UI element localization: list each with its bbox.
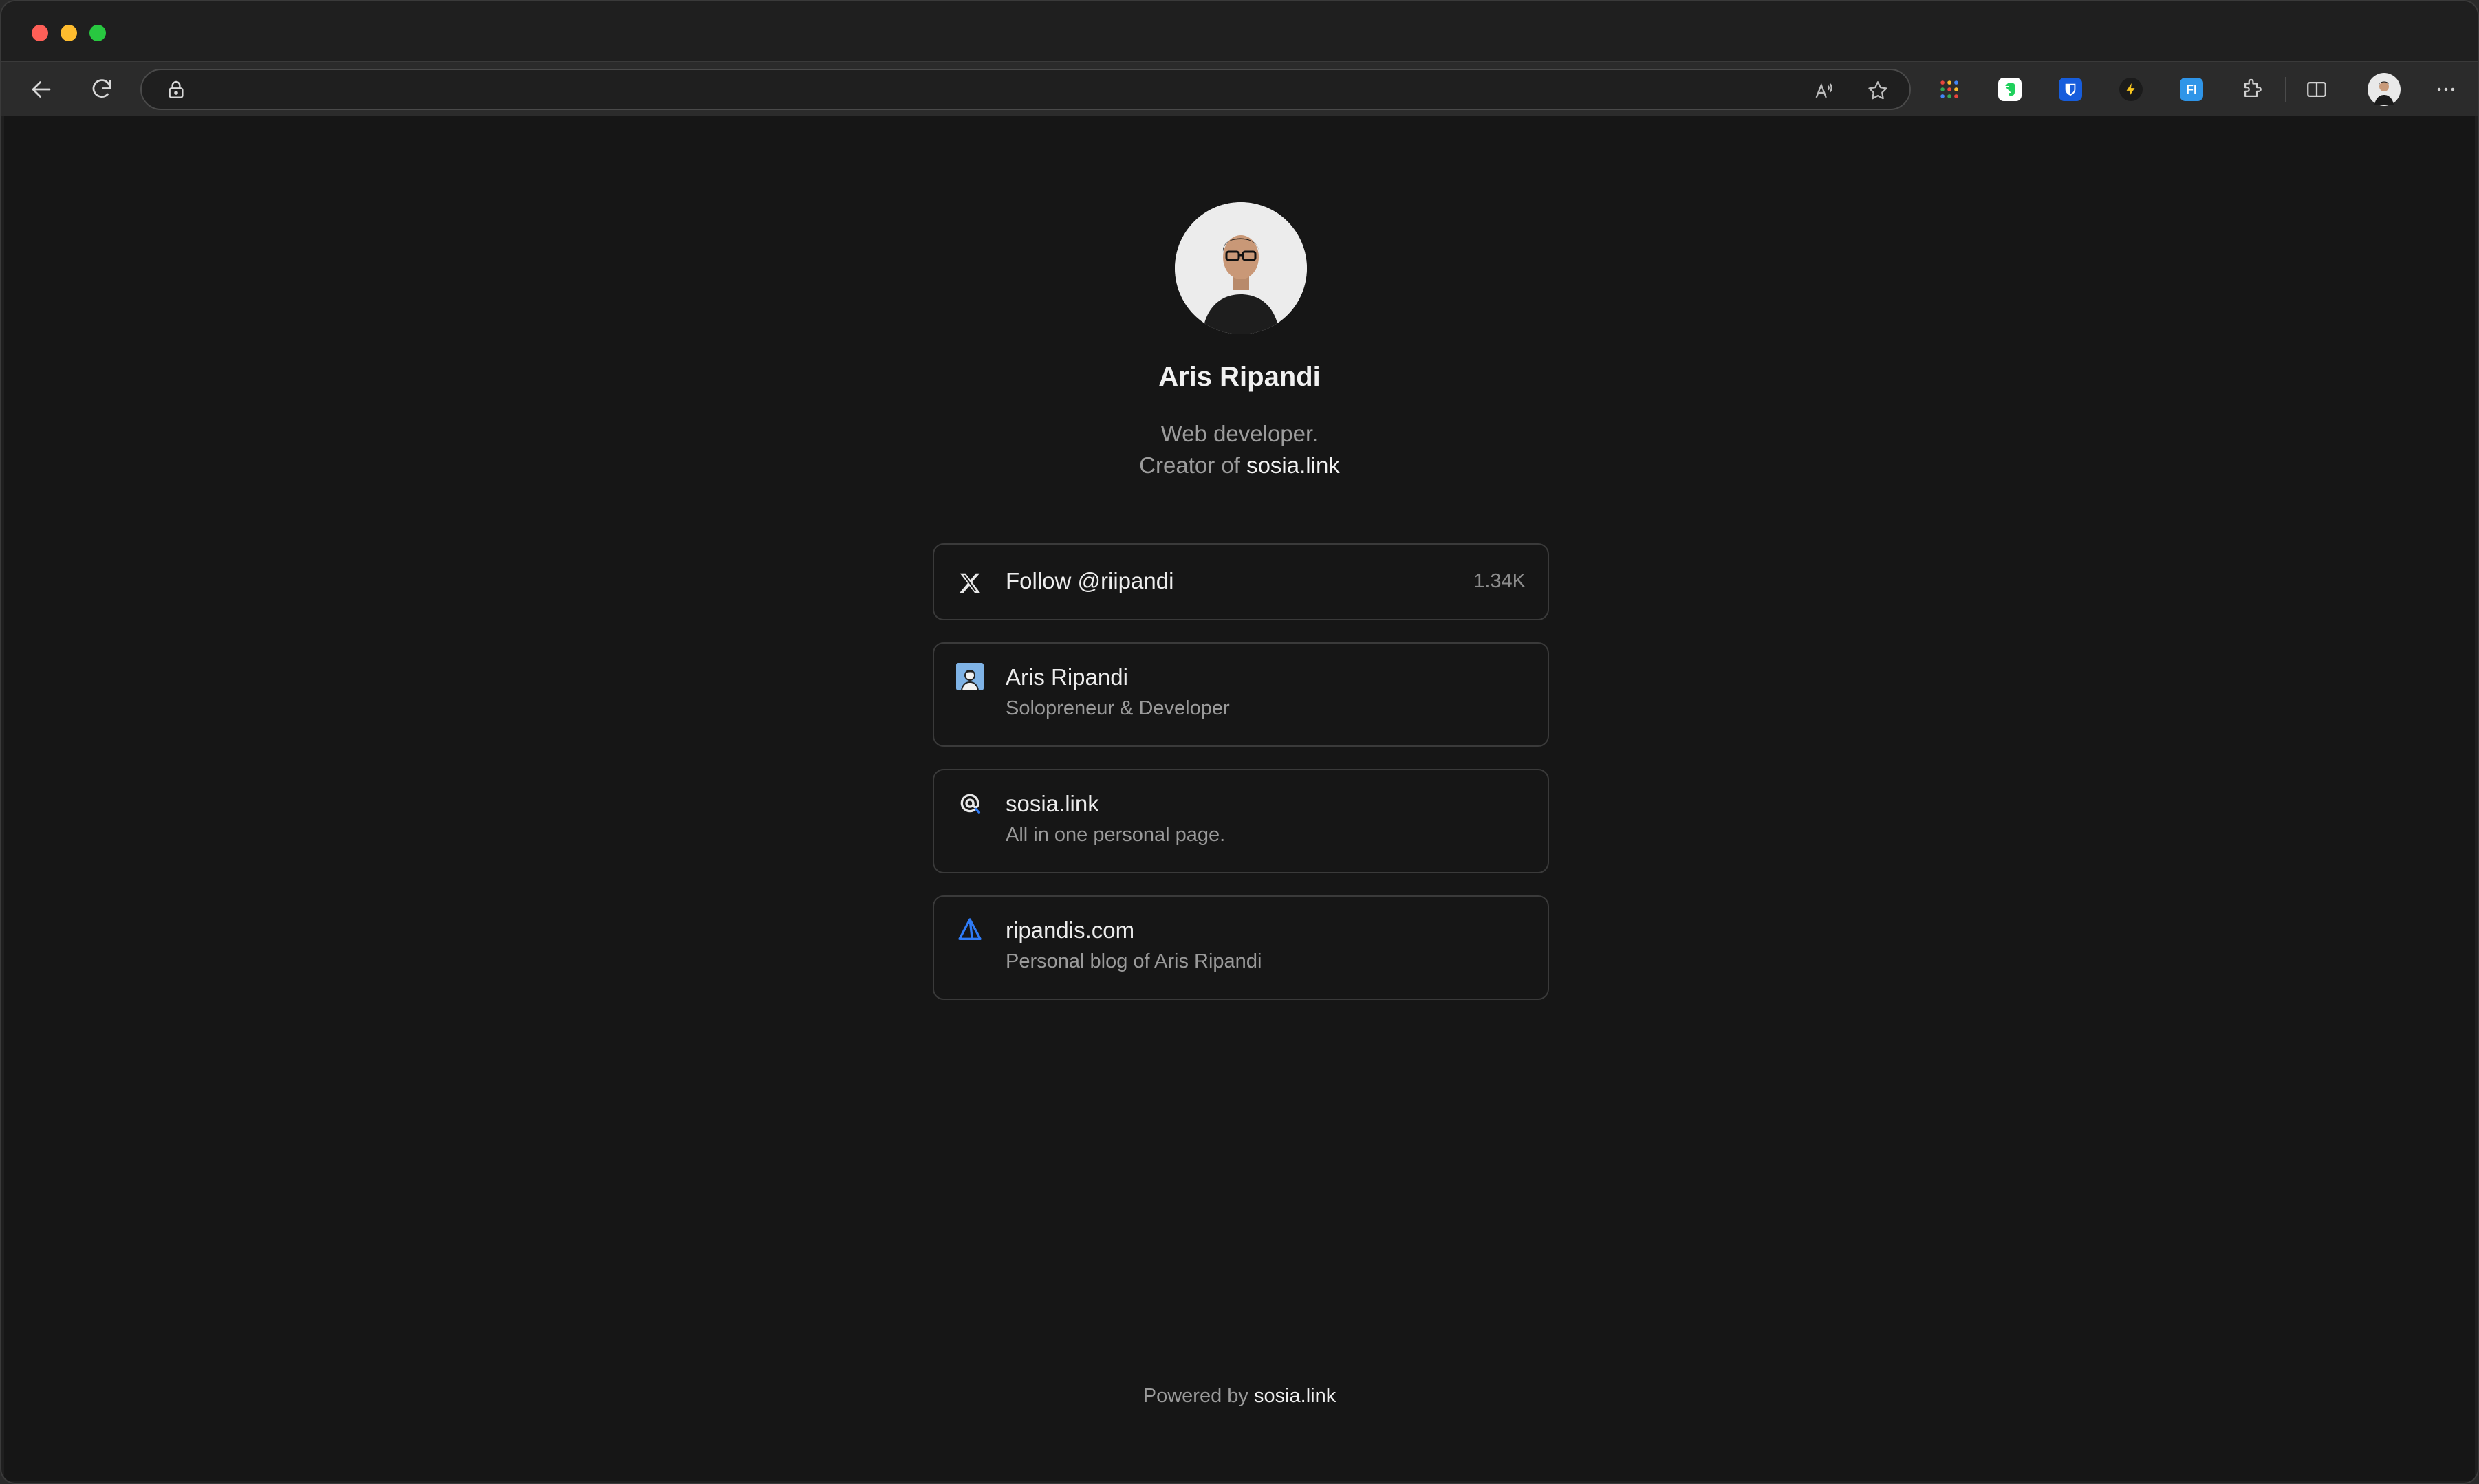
profile-name: Aris Ripandi: [1158, 362, 1321, 392]
more-dots-icon: [2437, 87, 2455, 91]
read-aloud-icon: [1815, 83, 1832, 98]
aris-card-title: Aris Ripandi: [1006, 664, 1128, 690]
profile-avatar-icon: [2368, 73, 2401, 106]
aris-ripandi-card[interactable]: Aris Ripandi Solopreneur & Developer: [933, 642, 1549, 747]
lightning-extension-icon: [2119, 78, 2143, 101]
bio-line-1: Web developer.: [1160, 421, 1319, 446]
bio-prefix: Creator of: [1139, 452, 1240, 478]
fi-extension-icon: FI: [2180, 78, 2203, 101]
ripandis-logo-icon: [955, 915, 985, 945]
lock-icon[interactable]: [165, 79, 187, 101]
ripandis-card[interactable]: ripandis.com Personal blog of Aris Ripan…: [933, 895, 1549, 1000]
split-screen-button[interactable]: [2303, 76, 2330, 103]
footer-sosia-link[interactable]: sosia.link: [1254, 1385, 1336, 1407]
lightning-extension-button[interactable]: [2117, 76, 2145, 103]
profile-bio: Web developer. Creator of sosia.link: [4, 418, 2475, 481]
x-logo-icon: [955, 568, 985, 598]
profile-button[interactable]: [2366, 72, 2402, 107]
reload-icon: [92, 79, 111, 98]
evernote-extension-button[interactable]: [1996, 76, 2024, 103]
bio-line-2: Creator of sosia.link: [4, 450, 2475, 481]
follow-x-card[interactable]: Follow @riipandi 1.34K: [933, 543, 1549, 620]
read-aloud-button[interactable]: [1812, 78, 1837, 103]
extensions-puzzle-icon: [2244, 78, 2262, 98]
sosia-logo-icon: [955, 788, 985, 818]
browser-toolbar: FI: [1, 61, 2478, 116]
bitwarden-extension-button[interactable]: [2057, 76, 2084, 103]
sosia-card-subtitle: All in one personal page.: [1006, 824, 1226, 846]
evernote-extension-icon: [1998, 78, 2022, 101]
ripandis-card-title: ripandis.com: [1006, 917, 1135, 943]
browser-window: FI Aris Ripandi Web developer. Creator o…: [0, 0, 2479, 1484]
more-menu-button[interactable]: [2432, 76, 2460, 103]
profile-avatar: [1175, 202, 1307, 334]
footer-prefix: Powered by: [1143, 1385, 1248, 1407]
back-arrow-icon: [32, 81, 51, 98]
sosia-card-title: sosia.link: [1006, 791, 1099, 816]
powered-by-footer: Powered by sosia.link: [4, 1385, 2475, 1408]
apps-button[interactable]: [1936, 76, 1963, 103]
back-button[interactable]: [25, 73, 58, 106]
bio-sosia-link[interactable]: sosia.link: [1246, 452, 1340, 478]
minimize-window-button[interactable]: [61, 25, 77, 41]
url-input[interactable]: [204, 76, 1786, 103]
follow-x-title: Follow @riipandi: [1006, 568, 1174, 593]
aris-card-subtitle: Solopreneur & Developer: [1006, 697, 1230, 719]
sosia-link-card[interactable]: sosia.link All in one personal page.: [933, 769, 1549, 873]
avatar-thumbnail-icon: [955, 662, 985, 692]
fi-extension-button[interactable]: FI: [2178, 76, 2205, 103]
apps-grid-icon: [1940, 80, 1958, 98]
extensions-button[interactable]: [2238, 76, 2266, 103]
bitwarden-extension-icon: [2059, 78, 2082, 101]
title-bar: [1, 1, 2478, 61]
split-screen-icon: [2307, 81, 2326, 98]
star-icon: [1868, 81, 1887, 100]
reload-button[interactable]: [85, 73, 118, 106]
follower-count: 1.34K: [1473, 570, 1526, 592]
address-bar[interactable]: [140, 69, 1911, 110]
maximize-window-button[interactable]: [89, 25, 106, 41]
close-window-button[interactable]: [32, 25, 48, 41]
window-controls: [32, 25, 106, 41]
ripandis-card-subtitle: Personal blog of Aris Ripandi: [1006, 950, 1262, 972]
favorite-button[interactable]: [1865, 78, 1890, 103]
link-page: Aris Ripandi Web developer. Creator of s…: [4, 116, 2475, 1481]
toolbar-divider: [2285, 77, 2286, 102]
